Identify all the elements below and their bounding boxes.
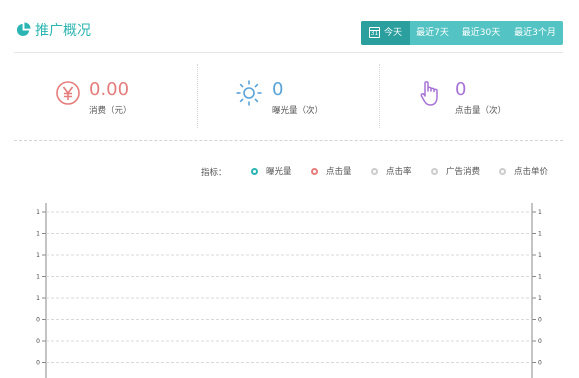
y-tick-label-right: 0 [538,317,542,324]
y-tick-label-right: 1 [538,231,542,238]
stat-impressions: 0 曝光量（次） [234,64,374,126]
y-tick-label-right: 0 [538,360,542,367]
stat-spend-value: 0.00 [89,79,130,100]
stat-clicks: 0 点击量（次） [416,64,556,126]
metrics-label: 指标： [201,168,227,178]
stat-divider [197,64,198,128]
radio-dot-icon [499,168,506,175]
calendar-icon: 31 [368,27,380,38]
header: 推广概况 31 今天 最近7天 最近30天 最近3个月 [0,0,579,52]
metric-cpc-label: 点击单价 [514,167,549,177]
stat-clicks-label: 点击量（次） [455,106,507,116]
range-today-button[interactable]: 31 今天 [361,21,410,45]
y-tick-label-left: 1 [36,231,40,238]
date-range-selector: 31 今天 最近7天 最近30天 最近3个月 [361,21,563,45]
stat-divider [379,64,380,128]
y-tick-label-left: 1 [36,295,40,302]
stat-impressions-label: 曝光量（次） [272,106,324,116]
header-divider [14,52,563,53]
radio-dot-icon [371,168,378,175]
range-today-label: 今天 [383,28,402,38]
y-tick-label-left: 0 [36,317,40,324]
trend-chart-svg: 1 1 1 1 1 1 1 1 1 1 0 0 0 0 0 0 [36,203,542,378]
stat-spend: 0.00 消费（元） [50,64,190,126]
stat-spend-label: 消费（元） [89,106,132,116]
metric-ad-spend-label: 广告消费 [446,167,481,177]
radio-dot-icon [311,168,318,175]
page-title: 推广概况 [35,23,91,39]
y-tick-label-left: 1 [36,252,40,259]
y-tick-label-left: 1 [36,209,40,216]
y-tick-label-left: 0 [36,360,40,367]
range-3months-button[interactable]: 最近3个月 [507,21,563,45]
metric-selector: 指标： 曝光量 点击量 点击率 广告消费 点击单价 [0,166,579,180]
pie-chart-icon [16,22,31,37]
y-tick-label-right: 1 [538,252,542,259]
metric-ctr-label: 点击率 [386,167,412,177]
y-tick-label-left: 1 [36,274,40,281]
range-30days-button[interactable]: 最近30天 [455,21,507,45]
metric-clicks-label: 点击量 [326,167,352,177]
y-tick-label-right: 0 [538,338,542,345]
range-7days-button[interactable]: 最近7天 [410,21,455,45]
yen-circle-icon [56,81,80,105]
radio-dot-icon [251,168,258,175]
stat-clicks-value: 0 [455,79,467,100]
radio-dot-icon [431,168,438,175]
hand-pointer-icon [420,81,438,106]
y-tick-label-right: 1 [538,295,542,302]
y-tick-label-left: 0 [36,338,40,345]
trend-chart: 1 1 1 1 1 1 1 1 1 1 0 0 0 0 0 0 [0,195,579,378]
metric-impressions-label: 曝光量 [266,167,292,177]
stat-impressions-value: 0 [272,79,284,100]
section-divider [14,140,563,141]
y-tick-label-right: 1 [538,274,542,281]
sun-icon [236,80,262,106]
y-tick-label-right: 1 [538,209,542,216]
